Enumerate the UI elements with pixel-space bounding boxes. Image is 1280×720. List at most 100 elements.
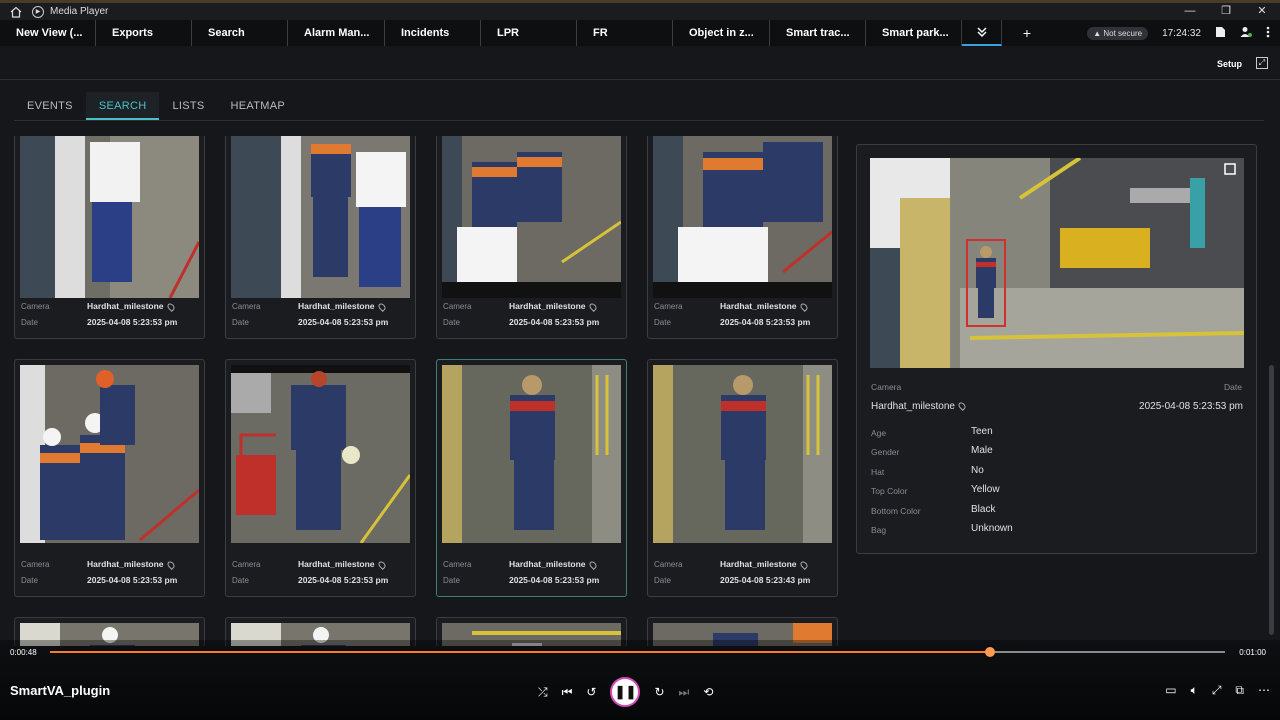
date-value: 2025-04-08 5:23:43 pm [720,575,811,585]
attr-value-top-color: Yellow [971,484,1000,495]
setup-button[interactable]: Setup [1217,59,1242,69]
result-card[interactable]: Camera Hardhat_milestone Date 2025-04-08… [647,359,838,597]
maximize-button[interactable]: ❐ [1208,3,1244,20]
location-pin-icon [376,301,387,312]
tab-fr[interactable]: FR [577,20,673,46]
pause-button[interactable]: ❚❚ [610,677,641,707]
result-thumbnail [442,365,621,543]
more-vertical-icon[interactable] [1266,26,1270,41]
tab-search[interactable]: Search [192,20,288,46]
date-label: Date [21,576,38,585]
camera-label: Camera [232,560,261,569]
tab-new-view[interactable]: New View (... [0,20,96,46]
detail-snapshot[interactable] [870,158,1244,368]
tab-incidents[interactable]: Incidents [385,20,481,46]
tab-exports[interactable]: Exports [96,20,192,46]
tab-alarm-manager[interactable]: Alarm Man... [288,20,385,46]
document-icon[interactable] [1215,26,1226,41]
media-player-icon: ▶ [32,5,44,18]
tab-lpr[interactable]: LPR [481,20,577,46]
shuffle-icon[interactable]: ⤮ [538,685,548,700]
rewind-10-icon[interactable]: ↺ [586,685,596,699]
player-side-controls: ▭ 🔈︎ ⤢ ⧉ ⋯ [1165,683,1270,698]
repeat-off-icon[interactable]: ⟲ [703,685,713,699]
date-label: Date [654,576,671,585]
attr-value-age: Teen [971,426,993,437]
location-pin-icon [165,559,176,570]
not-secure-badge[interactable]: ▲ Not secure [1087,26,1149,40]
date-label: Date [443,318,460,327]
result-card[interactable]: Camera Hardhat_milestone Date 2025-04-08… [647,136,838,339]
camera-value: Hardhat_milestone [509,301,598,312]
close-button[interactable]: ✕ [1244,3,1280,20]
detail-panel: Camera Date Hardhat_milestone 2025-04-08… [856,144,1257,554]
camera-value: Hardhat_milestone [509,559,598,570]
tab-heatmap[interactable]: HEATMAP [218,92,298,120]
user-icon[interactable] [1240,26,1252,41]
tab-events[interactable]: EVENTS [14,92,86,120]
result-card[interactable]: Camera Hardhat_milestone Date 2025-04-08… [436,136,627,339]
detail-camera-value: Hardhat_milestone [871,401,967,412]
total-time: 0:01:00 [1239,648,1266,657]
minimize-button[interactable]: — [1172,3,1208,20]
volume-icon[interactable]: 🔈︎ [1191,683,1198,698]
attr-label-bag: Bag [871,525,887,535]
more-options-icon[interactable]: ⋯ [1258,683,1270,698]
result-thumbnail [20,136,199,298]
camera-value: Hardhat_milestone [298,559,387,570]
date-value: 2025-04-08 5:23:53 pm [87,317,178,327]
camera-value: Hardhat_milestone [298,301,387,312]
window-title: Media Player [50,6,109,17]
home-icon[interactable] [8,4,24,20]
tab-smart-tracking[interactable]: Smart trac... [770,20,866,46]
location-pin-icon [165,301,176,312]
previous-icon[interactable]: ⏮ [562,685,573,700]
tab-search-active[interactable]: SEARCH [85,92,160,120]
status-area: ▲ Not secure 17:24:32 [1087,20,1270,46]
result-card[interactable]: Camera Hardhat_milestone Date 2025-04-08… [225,136,416,339]
location-pin-icon [798,301,809,312]
subtab-divider [14,120,1264,121]
camera-label: Camera [232,302,261,311]
forward-30-icon[interactable]: ↻ [654,685,664,699]
result-thumbnail [442,136,621,298]
tab-lists[interactable]: LISTS [159,92,217,120]
next-icon[interactable]: ⏭ [679,685,690,700]
tab-smart-parking[interactable]: Smart park... [866,20,962,46]
seek-bar[interactable] [50,647,1225,657]
attr-label-bottom-color: Bottom Color [871,506,921,516]
more-tabs-chevron-icon[interactable] [962,20,1002,46]
detail-date-value: 2025-04-08 5:23:53 pm [1139,401,1243,412]
date-label: Date [21,318,38,327]
window-controls: — ❐ ✕ [1172,3,1280,20]
location-pin-icon [376,559,387,570]
attr-label-age: Age [871,428,887,438]
result-card-selected[interactable]: Camera Hardhat_milestone Date 2025-04-08… [436,359,627,597]
location-pin-icon [798,559,809,570]
page-scrollbar[interactable] [1269,365,1274,635]
add-tab-button[interactable]: + [1002,25,1052,41]
cast-icon[interactable]: ⧉ [1235,683,1244,698]
tab-object-in-zone[interactable]: Object in z... [673,20,770,46]
miniplayer-icon[interactable]: ▭ [1165,683,1176,698]
camera-value: Hardhat_milestone [720,559,809,570]
playback-controls: ⤮ ⏮ ↺ ❚❚ ↻ ⏭ ⟲ [538,677,713,707]
result-thumbnail [20,365,199,543]
detail-date-label: Date [1224,382,1242,392]
result-card[interactable]: Camera Hardhat_milestone Date 2025-04-08… [225,359,416,597]
result-thumbnail [231,136,410,298]
location-pin-icon [956,401,967,412]
date-value: 2025-04-08 5:23:53 pm [298,575,389,585]
attr-label-top-color: Top Color [871,486,908,496]
expand-icon[interactable]: ⤢ [1256,57,1268,69]
camera-label: Camera [21,560,50,569]
result-card[interactable]: Camera Hardhat_milestone Date 2025-04-08… [14,136,205,339]
fullscreen-icon[interactable]: ⤢ [1212,683,1222,698]
view-tab-bar: New View (... Exports Search Alarm Man..… [0,20,1280,46]
search-subtabs: EVENTS SEARCH LISTS HEATMAP [14,92,298,120]
seek-handle[interactable] [985,647,995,657]
clock: 17:24:32 [1162,27,1201,39]
result-card[interactable]: Camera Hardhat_milestone Date 2025-04-08… [14,359,205,597]
app-window: ▶ Media Player — ❐ ✕ New View (... Expor… [0,0,1280,720]
attr-label-hat: Hat [871,467,885,477]
